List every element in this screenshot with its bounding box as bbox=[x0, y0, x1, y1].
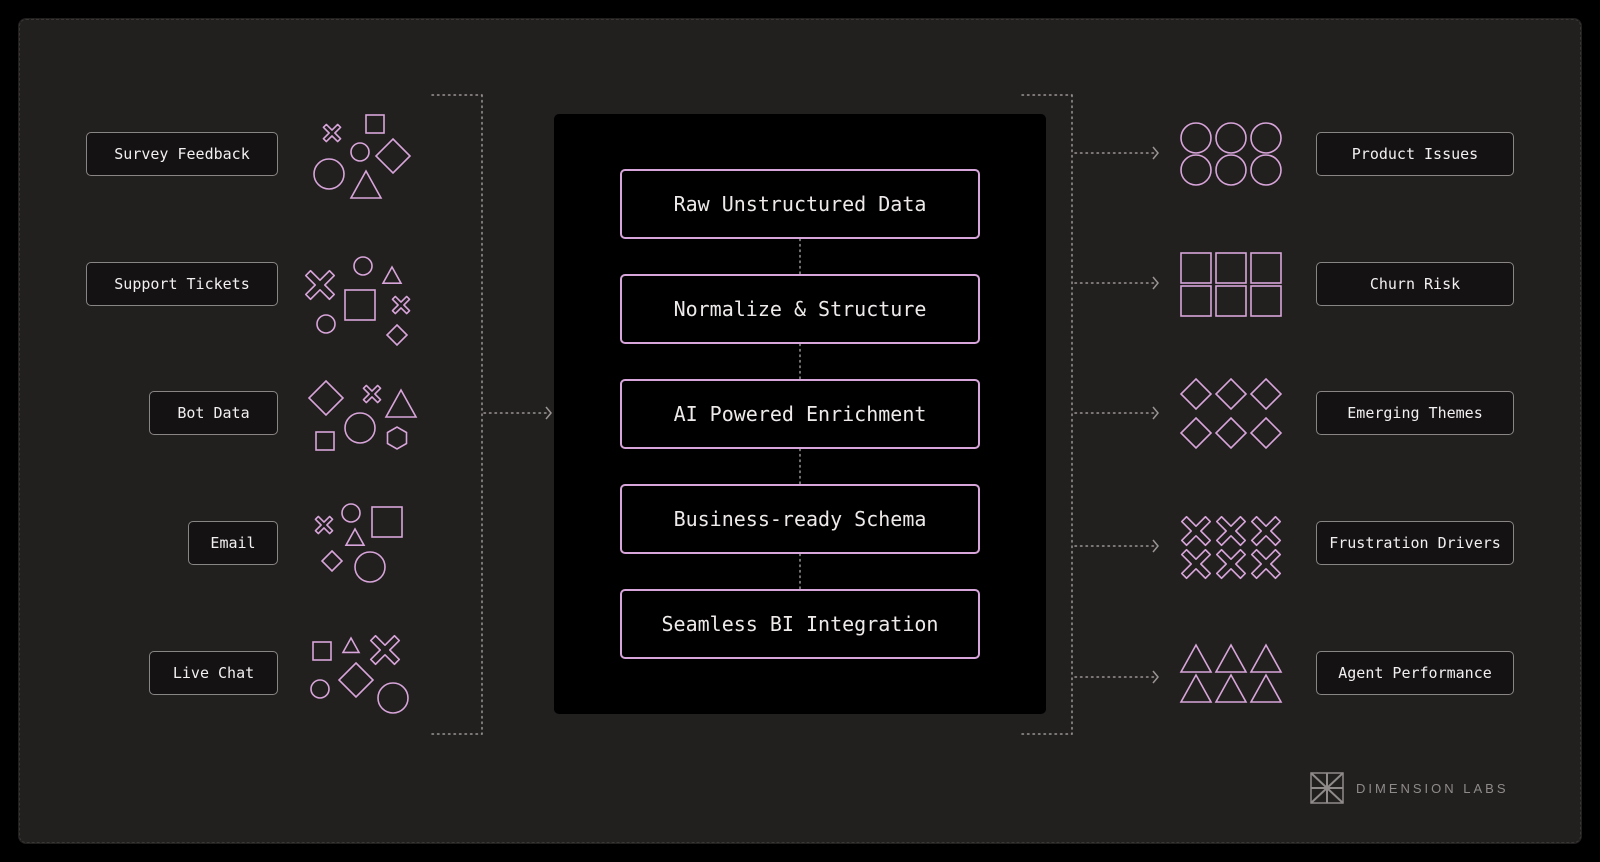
circle-icon bbox=[1250, 122, 1282, 154]
square-icon bbox=[365, 114, 385, 134]
circle-icon bbox=[316, 314, 336, 334]
triangle-icon bbox=[349, 169, 383, 199]
triangle-icon bbox=[381, 265, 403, 284]
square-icon bbox=[1250, 285, 1282, 317]
cross-icon bbox=[369, 634, 401, 666]
output-label-churn-risk: Churn Risk bbox=[1316, 262, 1514, 306]
triangle-icon bbox=[1179, 643, 1213, 673]
diamond-icon bbox=[1179, 377, 1213, 411]
diamond-icon bbox=[1214, 377, 1248, 411]
diamond-icon bbox=[1249, 377, 1283, 411]
circle-icon bbox=[350, 142, 370, 162]
output-label-product-issues: Product Issues bbox=[1316, 132, 1514, 176]
triangle-icon bbox=[1214, 643, 1248, 673]
diamond-icon bbox=[1179, 416, 1213, 450]
output-label-frustration-drivers: Frustration Drivers bbox=[1316, 521, 1514, 565]
circle-icon bbox=[1215, 122, 1247, 154]
triangle-icon bbox=[344, 527, 366, 546]
circle-icon bbox=[354, 551, 386, 583]
cross-icon bbox=[362, 384, 382, 404]
square-icon bbox=[344, 289, 376, 321]
triangle-icon bbox=[341, 636, 361, 654]
square-icon bbox=[1250, 252, 1282, 284]
pipeline-step-seamless-bi-integration: Seamless BI Integration bbox=[620, 589, 980, 659]
triangle-icon bbox=[384, 388, 418, 418]
brand-mark-icon bbox=[1310, 772, 1344, 804]
square-icon bbox=[1215, 252, 1247, 284]
output-label-agent-performance: Agent Performance bbox=[1316, 651, 1514, 695]
diamond-icon bbox=[1214, 416, 1248, 450]
circle-icon bbox=[344, 412, 376, 444]
cross-icon bbox=[1180, 515, 1212, 547]
pipeline-step-normalize-structure: Normalize & Structure bbox=[620, 274, 980, 344]
cross-icon bbox=[1250, 515, 1282, 547]
pipeline-diagram: Survey Feedback Support Tickets Bot Data… bbox=[0, 0, 1600, 862]
circle-icon bbox=[353, 256, 373, 276]
circle-icon bbox=[1215, 154, 1247, 186]
square-icon bbox=[1180, 252, 1212, 284]
diamond-icon bbox=[320, 549, 344, 573]
circle-icon bbox=[1250, 154, 1282, 186]
diamond-icon bbox=[307, 379, 345, 417]
circle-icon bbox=[313, 158, 345, 190]
cross-icon bbox=[1180, 548, 1212, 580]
circle-icon bbox=[1180, 154, 1212, 186]
cross-icon bbox=[314, 515, 334, 535]
cross-icon bbox=[322, 123, 342, 143]
square-icon bbox=[1215, 285, 1247, 317]
triangle-icon bbox=[1179, 673, 1213, 703]
square-icon bbox=[312, 641, 332, 661]
diamond-icon bbox=[337, 661, 375, 699]
cross-icon bbox=[304, 269, 336, 301]
pipeline-step-ai-powered-enrichment: AI Powered Enrichment bbox=[620, 379, 980, 449]
diamond-icon bbox=[374, 137, 412, 175]
output-label-emerging-themes: Emerging Themes bbox=[1316, 391, 1514, 435]
pipeline-step-business-ready-schema: Business-ready Schema bbox=[620, 484, 980, 554]
hexagon-icon bbox=[386, 426, 408, 450]
pipeline-step-raw-unstructured-data: Raw Unstructured Data bbox=[620, 169, 980, 239]
square-icon bbox=[1180, 285, 1212, 317]
cross-icon bbox=[391, 295, 411, 315]
cross-icon bbox=[1215, 515, 1247, 547]
triangle-icon bbox=[1249, 673, 1283, 703]
triangle-icon bbox=[1214, 673, 1248, 703]
triangle-icon bbox=[1249, 643, 1283, 673]
circle-icon bbox=[1180, 122, 1212, 154]
diamond-icon bbox=[1249, 416, 1283, 450]
diamond-icon bbox=[385, 323, 409, 347]
cross-icon bbox=[1250, 548, 1282, 580]
square-icon bbox=[371, 506, 403, 538]
cross-icon bbox=[1215, 548, 1247, 580]
circle-icon bbox=[310, 679, 330, 699]
brand-logo: DIMENSION LABS bbox=[1310, 772, 1509, 804]
brand-name: DIMENSION LABS bbox=[1356, 780, 1509, 796]
circle-icon bbox=[341, 503, 361, 523]
circle-icon bbox=[377, 682, 409, 714]
square-icon bbox=[315, 431, 335, 451]
